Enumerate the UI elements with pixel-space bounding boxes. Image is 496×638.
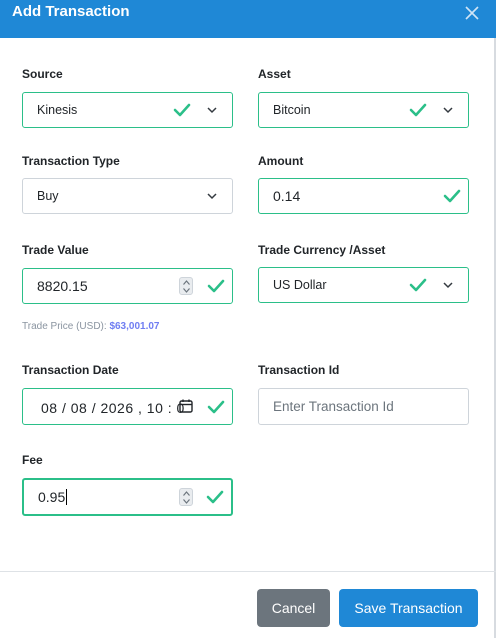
source-value: Kinesis <box>37 103 78 117</box>
trade-currency-label: Trade Currency /Asset <box>258 243 386 257</box>
trade-price-value: $63,001.07 <box>109 321 160 332</box>
save-transaction-button[interactable]: Save Transaction <box>339 589 478 627</box>
fee-value-wrap: 0.95 <box>38 489 68 505</box>
trade-price-note: Trade Price (USD): $63,001.07 <box>22 321 160 332</box>
trade-value-value: 8820.15 <box>37 278 88 294</box>
transaction-type-label: Transaction Type <box>22 154 120 168</box>
transaction-date-value: 08 / 08 / 2026 , 10 : 0 <box>41 400 185 416</box>
modal-title: Add Transaction <box>12 3 130 20</box>
transaction-id-placeholder: Enter Transaction Id <box>273 399 394 414</box>
trade-value-label: Trade Value <box>22 243 89 257</box>
transaction-date-input[interactable]: 08 / 08 / 2026 , 10 : 0 <box>22 388 233 425</box>
add-transaction-modal: Add Transaction Source Kinesis Asset Bit… <box>0 0 496 638</box>
fee-value: 0.95 <box>38 489 66 505</box>
transaction-type-value: Buy <box>37 189 59 203</box>
trade-currency-value: US Dollar <box>273 278 327 292</box>
source-select[interactable]: Kinesis <box>22 92 233 128</box>
amount-input[interactable]: 0.14 <box>258 178 469 214</box>
fee-input[interactable]: 0.95 <box>22 478 233 516</box>
chevron-down-icon <box>207 107 217 114</box>
amount-value: 0.14 <box>273 188 301 204</box>
transaction-date-label: Transaction Date <box>22 363 119 377</box>
check-icon <box>409 278 427 292</box>
check-icon <box>173 103 191 117</box>
stepper-down-icon[interactable] <box>183 499 190 504</box>
chevron-down-icon <box>443 107 453 114</box>
check-icon <box>207 279 225 293</box>
check-icon <box>207 400 225 414</box>
asset-select[interactable]: Bitcoin <box>258 92 469 128</box>
cancel-button[interactable]: Cancel <box>257 589 330 627</box>
fee-label: Fee <box>22 453 43 467</box>
chevron-down-icon <box>207 193 217 200</box>
check-icon <box>409 103 427 117</box>
stepper-up-icon[interactable] <box>183 280 190 285</box>
text-cursor <box>66 489 68 505</box>
stepper-up-icon[interactable] <box>183 491 190 496</box>
transaction-id-input[interactable]: Enter Transaction Id <box>258 388 469 425</box>
transaction-id-label: Transaction Id <box>258 363 340 377</box>
trade-price-prefix: Trade Price (USD): <box>22 321 107 332</box>
number-stepper[interactable] <box>179 488 193 506</box>
chevron-down-icon <box>443 282 453 289</box>
amount-label: Amount <box>258 154 304 168</box>
asset-label: Asset <box>258 67 291 81</box>
source-label: Source <box>22 67 63 81</box>
calendar-icon[interactable] <box>179 399 193 413</box>
check-icon <box>443 189 461 203</box>
check-icon <box>206 490 224 504</box>
modal-header: Add Transaction <box>0 0 496 38</box>
transaction-type-select[interactable]: Buy <box>22 178 233 214</box>
stepper-down-icon[interactable] <box>183 288 190 293</box>
asset-value: Bitcoin <box>273 103 311 117</box>
trade-currency-select[interactable]: US Dollar <box>258 267 469 303</box>
trade-value-input[interactable]: 8820.15 <box>22 268 233 304</box>
footer-divider <box>0 571 496 572</box>
close-icon[interactable] <box>464 5 480 21</box>
number-stepper[interactable] <box>179 277 193 295</box>
